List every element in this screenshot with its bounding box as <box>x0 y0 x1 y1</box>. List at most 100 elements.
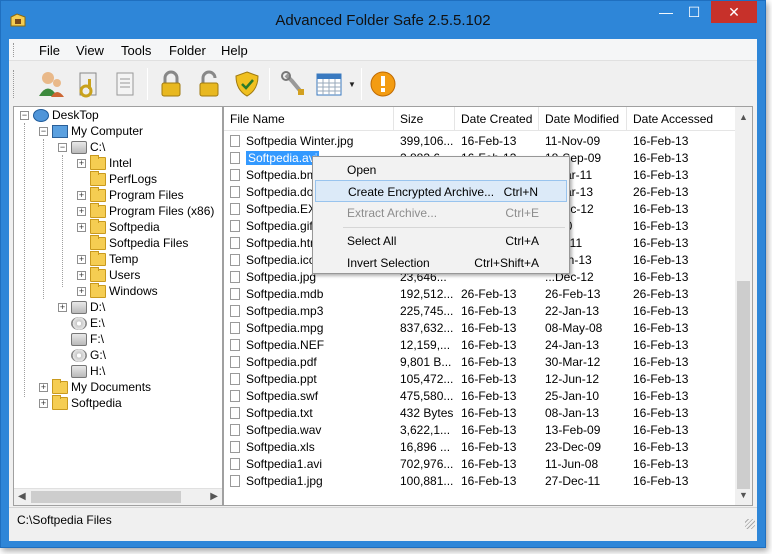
table-cell: 26-Feb-13 <box>461 287 517 301</box>
chevron-down-icon[interactable]: ▼ <box>348 80 356 90</box>
tree-item-softpedia[interactable]: + Softpedia <box>39 395 122 411</box>
expand-icon[interactable]: + <box>77 159 86 169</box>
tree-item-folder[interactable]: + Softpedia <box>77 219 160 235</box>
tree-item-drive-g[interactable]: G:\ <box>71 347 106 363</box>
menu-item-extract-archive[interactable]: Extract Archive... Ctrl+E <box>315 202 567 224</box>
menu-item-create-encrypted-archive[interactable]: Create Encrypted Archive... Ctrl+N <box>315 180 567 202</box>
document-icon[interactable] <box>107 66 143 102</box>
tree-item-drive-f[interactable]: F:\ <box>71 331 104 347</box>
table-row[interactable]: Softpedia.mdb 192,512... 26-Feb-13 26-Feb-1… <box>224 286 735 303</box>
expand-icon[interactable]: + <box>77 191 86 201</box>
table-cell: 16-Feb-13 <box>461 423 517 437</box>
tree-horizontal-scrollbar[interactable]: ◀ ▶ <box>14 488 222 505</box>
close-button[interactable]: ✕ <box>711 1 757 23</box>
table-row[interactable]: Softpedia1.avi 702,976... 16-Feb-13 11-Jun-… <box>224 456 735 473</box>
scroll-right-icon[interactable]: ▶ <box>210 491 218 502</box>
maximize-button[interactable]: ☐ <box>681 1 707 23</box>
table-row[interactable]: Softpedia.pdf 9,801 B... 16-Feb-13 30-Mar-1… <box>224 354 735 371</box>
resize-grip[interactable] <box>745 519 755 529</box>
menu-bar: File View Tools Folder Help <box>9 39 757 61</box>
table-row[interactable]: Softpedia1.jpg 100,881... 16-Feb-13 27-Dec-… <box>224 473 735 490</box>
file-icon <box>230 390 240 402</box>
menu-view[interactable]: View <box>72 43 108 58</box>
table-row[interactable]: Softpedia Winter.jpg 399,106... 16-Feb-13 1… <box>224 133 735 150</box>
expand-icon[interactable]: + <box>77 207 86 217</box>
tree-item-drive-e[interactable]: E:\ <box>71 315 105 331</box>
tree-item-drive-c[interactable]: − C:\ <box>58 139 105 155</box>
column-header-date-created[interactable]: Date Created <box>455 107 539 131</box>
scroll-left-icon[interactable]: ◀ <box>18 491 26 502</box>
users-icon[interactable] <box>33 66 69 102</box>
menu-item-select-all[interactable]: Select All Ctrl+A <box>315 230 567 252</box>
expand-icon[interactable]: + <box>39 383 48 393</box>
list-header: File Name Size Date Created Date Modifie… <box>224 107 737 131</box>
collapse-icon[interactable]: − <box>20 111 29 121</box>
tree-item-folder[interactable]: + Windows <box>77 283 158 299</box>
file-name: Softpedia.txt <box>246 406 313 420</box>
scroll-up-icon[interactable]: ▲ <box>739 112 748 122</box>
menu-file[interactable]: File <box>35 43 64 58</box>
scroll-thumb[interactable] <box>737 281 750 489</box>
menu-item-label: Create Encrypted Archive... <box>348 185 495 199</box>
menu-folder[interactable]: Folder <box>165 43 210 58</box>
tree-item-drive-h[interactable]: H:\ <box>71 363 105 379</box>
list-vertical-scrollbar[interactable]: ▲ ▼ <box>735 107 752 505</box>
key-card-icon[interactable] <box>71 66 107 102</box>
table-row[interactable]: Softpedia.NEF 12,159,... 16-Feb-13 24-Jan-1… <box>224 337 735 354</box>
tree-item-folder[interactable]: + Users <box>77 267 140 283</box>
column-header-date-modified[interactable]: Date Modified <box>539 107 627 131</box>
tree-item-folder[interactable]: + Temp <box>77 251 138 267</box>
expand-icon[interactable]: + <box>77 255 86 265</box>
table-row[interactable]: Softpedia.ppt 105,472... 16-Feb-13 12-Jun-1… <box>224 371 735 388</box>
warning-icon[interactable] <box>365 66 401 102</box>
tree-item-my-documents[interactable]: + My Documents <box>39 379 151 395</box>
tree-item-folder[interactable]: + Intel <box>77 155 132 171</box>
menu-item-open[interactable]: Open <box>315 159 567 181</box>
column-header-date-accessed[interactable]: Date Accessed <box>627 107 737 131</box>
folder-tree[interactable]: − DeskTop − My Computer − C:\ + Intel PerfLo… <box>13 106 223 506</box>
tree-item-folder[interactable]: PerfLogs <box>90 171 157 187</box>
scroll-thumb[interactable] <box>31 491 181 503</box>
scroll-down-icon[interactable]: ▼ <box>739 490 748 500</box>
table-row[interactable]: Softpedia.txt 432 Bytes 16-Feb-13 08-Jan-13… <box>224 405 735 422</box>
tree-item-drive-d[interactable]: + D:\ <box>58 299 105 315</box>
shield-icon[interactable] <box>229 66 265 102</box>
table-row[interactable]: Softpedia.mp3 225,745... 16-Feb-13 22-Jan-1… <box>224 303 735 320</box>
column-header-file-name[interactable]: File Name <box>224 107 394 131</box>
tree-item-my-computer[interactable]: − My Computer <box>39 123 143 139</box>
collapse-icon[interactable]: − <box>39 127 48 137</box>
title-bar[interactable]: Advanced Folder Safe 2.5.5.102 — ☐ ✕ <box>1 1 765 39</box>
expand-icon[interactable]: + <box>58 303 67 313</box>
table-row[interactable]: Softpedia.wav 3,622,1... 16-Feb-13 13-Feb-0… <box>224 422 735 439</box>
expand-icon[interactable]: + <box>77 271 86 281</box>
tree-item-folder[interactable]: + Program Files <box>77 187 184 203</box>
menu-tools[interactable]: Tools <box>117 43 155 58</box>
tree-item-label: My Computer <box>71 124 144 138</box>
expand-icon[interactable]: + <box>77 223 86 233</box>
tree-item-desktop[interactable]: − DeskTop <box>20 107 99 123</box>
table-row[interactable]: Softpedia.swf 475,580... 16-Feb-13 25-Jan-1… <box>224 388 735 405</box>
tree-item-label: Intel <box>109 156 132 170</box>
table-row[interactable]: Softpedia.mpg 837,632... 16-Feb-13 08-May-0… <box>224 320 735 337</box>
table-cell: 3,622,1... <box>400 423 451 437</box>
tree-item-folder[interactable]: + Program Files (x86) <box>77 203 214 219</box>
folder-icon <box>90 235 106 251</box>
table-row[interactable]: Softpedia.xls 16,896 ... 16-Feb-13 23-Dec-0… <box>224 439 735 456</box>
minimize-button[interactable]: — <box>653 1 679 23</box>
expand-icon[interactable]: + <box>77 287 86 297</box>
table-cell: 16-Feb-13 <box>633 304 689 318</box>
drive-icon <box>71 333 87 347</box>
expand-icon[interactable]: + <box>39 399 48 409</box>
wrench-icon[interactable] <box>275 66 311 102</box>
file-name: Softpedia.ppt <box>246 372 317 386</box>
unlock-icon[interactable] <box>191 66 227 102</box>
column-header-size[interactable]: Size <box>394 107 455 131</box>
menu-item-invert-selection[interactable]: Invert Selection Ctrl+Shift+A <box>315 252 567 274</box>
tree-item-label: DeskTop <box>52 108 99 122</box>
lock-icon[interactable] <box>153 66 189 102</box>
collapse-icon[interactable]: − <box>58 143 67 153</box>
menu-help[interactable]: Help <box>217 43 252 58</box>
calendar-grid-icon[interactable] <box>311 66 347 102</box>
folder-icon <box>90 219 106 235</box>
tree-item-folder[interactable]: Softpedia Files <box>90 235 188 251</box>
